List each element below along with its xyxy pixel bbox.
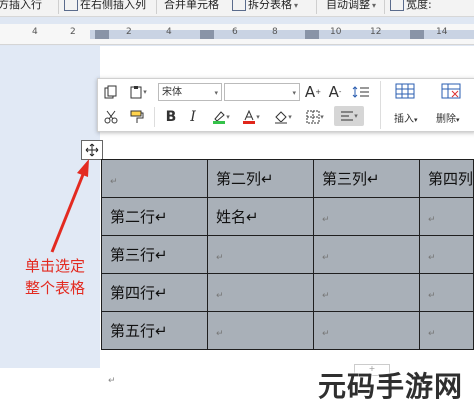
annotation-arrow [50, 159, 89, 253]
watermark: 元码手游网 [318, 370, 464, 403]
annotation-text: 单击选定 整个表格 [12, 255, 98, 299]
annotation-line: 整个表格 [24, 279, 85, 297]
paragraph-mark: ↵ [108, 376, 116, 386]
annotation-line: 单击选定 [24, 257, 85, 275]
